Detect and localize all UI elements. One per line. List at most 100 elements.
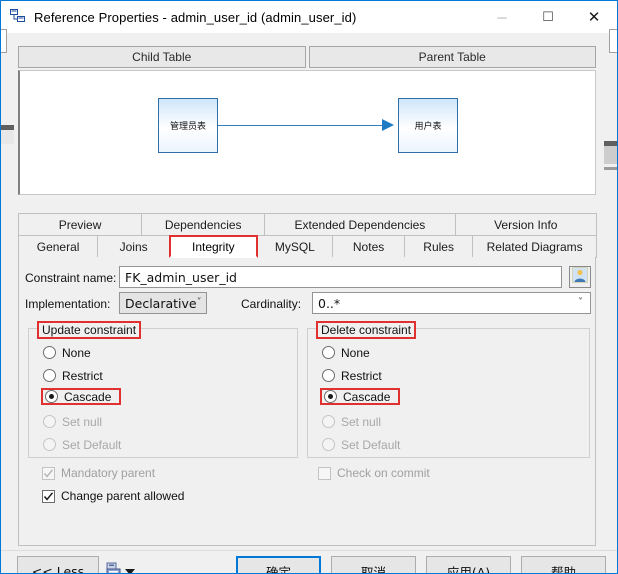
checkbox-icon: [318, 466, 331, 480]
delete-constraint-title: Delete constraint: [316, 321, 417, 339]
constraint-name-label: Constraint name:: [25, 271, 117, 285]
radio-update-cascade-label: Cascade: [64, 389, 112, 404]
tab-joins-label: Joins: [119, 239, 148, 254]
diagram-tab-child-label: Child Table: [132, 50, 192, 64]
child-entity-box[interactable]: 管理员表: [158, 98, 218, 153]
tab-rules-label: Rules: [423, 239, 454, 254]
title-bar: Reference Properties - admin_user_id (ad…: [1, 1, 617, 33]
tab-mysql-label: MySQL: [274, 239, 315, 254]
radio-delete-none[interactable]: None: [322, 344, 370, 361]
radio-update-set-default: Set Default: [43, 436, 121, 453]
radio-delete-none-label: None: [341, 345, 370, 360]
tab-integrity[interactable]: Integrity: [169, 235, 258, 258]
diagram-tab-strip: Child Table Parent Table: [18, 46, 596, 68]
window-controls: ─ ☐ ✕: [479, 1, 617, 33]
radio-delete-restrict[interactable]: Restrict: [322, 367, 382, 384]
minimize-button[interactable]: ─: [479, 1, 525, 33]
tab-dependencies-label: Dependencies: [164, 217, 242, 232]
tab-related-diagrams[interactable]: Related Diagrams: [472, 235, 597, 258]
less-button-label: << Less: [31, 563, 85, 574]
checkbox-mandatory-parent: Mandatory parent: [42, 466, 155, 480]
tab-extended-dependencies[interactable]: Extended Dependencies: [264, 213, 456, 236]
constraint-name-input[interactable]: FK_admin_user_id: [119, 266, 562, 288]
tab-strip-lower: General Joins Integrity MySQL Notes Rule…: [18, 235, 597, 258]
cardinality-label: Cardinality:: [241, 297, 302, 311]
user-avatar-button[interactable]: [569, 266, 591, 288]
help-button-label: 帮助: [550, 564, 576, 574]
radio-icon: [43, 369, 56, 382]
tab-general-label: General: [36, 239, 80, 254]
constraint-name-value: FK_admin_user_id: [125, 269, 237, 285]
tab-rules[interactable]: Rules: [404, 235, 474, 258]
diagram-tab-parent-table[interactable]: Parent Table: [308, 46, 596, 68]
radio-delete-restrict-label: Restrict: [341, 368, 382, 383]
ok-button[interactable]: 确定: [236, 556, 321, 574]
relationship-diagram-canvas[interactable]: 管理员表 用户表: [18, 70, 596, 195]
implementation-label: Implementation:: [25, 297, 111, 311]
tab-version-info[interactable]: Version Info: [454, 213, 597, 236]
delete-constraint-group: Delete constraint None Restrict Cascade …: [307, 321, 590, 458]
tab-mysql[interactable]: MySQL: [256, 235, 334, 258]
caret-down-icon[interactable]: [125, 569, 135, 573]
radio-icon: [43, 438, 56, 451]
less-button[interactable]: << Less: [17, 556, 99, 574]
left-edge-fragment: [1, 29, 7, 53]
tab-related-diagrams-label: Related Diagrams: [486, 239, 583, 254]
tab-preview-label: Preview: [58, 217, 102, 232]
radio-delete-cascade-label: Cascade: [343, 389, 391, 404]
radio-update-restrict-label: Restrict: [62, 368, 103, 383]
cancel-button-label: 取消: [360, 564, 386, 574]
diagram-tab-child-table[interactable]: Child Table: [18, 46, 306, 68]
relationship-arrow-icon: [382, 119, 394, 131]
tab-dependencies[interactable]: Dependencies: [141, 213, 266, 236]
maximize-button[interactable]: ☐: [525, 1, 571, 33]
parent-entity-box[interactable]: 用户表: [398, 98, 458, 153]
tab-notes[interactable]: Notes: [332, 235, 406, 258]
tab-strip-upper: Preview Dependencies Extended Dependenci…: [18, 213, 597, 236]
tab-extended-dependencies-label: Extended Dependencies: [294, 217, 426, 232]
checkbox-check-on-commit: Check on commit: [318, 466, 430, 480]
radio-delete-set-null-label: Set null: [341, 414, 382, 429]
ok-button-label: 确定: [265, 564, 291, 574]
tab-preview[interactable]: Preview: [18, 213, 143, 236]
radio-delete-set-default: Set Default: [322, 436, 400, 453]
footer-separator: [1, 550, 617, 551]
right-scrollbar-fragment[interactable]: [604, 141, 617, 189]
tab-version-info-label: Version Info: [494, 217, 558, 232]
cancel-button[interactable]: 取消: [331, 556, 416, 574]
tab-notes-label: Notes: [352, 239, 385, 254]
update-constraint-group: Update constraint None Restrict Cascade …: [28, 321, 298, 458]
user-avatar-icon: [572, 266, 588, 288]
radio-icon: [43, 415, 56, 428]
help-button[interactable]: 帮助: [521, 556, 606, 574]
integrity-panel: Constraint name: FK_admin_user_id Implem…: [18, 257, 596, 546]
apply-button-label: 应用(A): [446, 564, 491, 574]
reference-properties-dialog: Reference Properties - admin_user_id (ad…: [0, 0, 618, 574]
checkbox-icon: [42, 489, 55, 503]
radio-delete-set-default-label: Set Default: [341, 437, 401, 452]
radio-update-restrict[interactable]: Restrict: [43, 367, 103, 384]
tab-joins[interactable]: Joins: [97, 235, 171, 258]
implementation-select[interactable]: Declarative ˅: [119, 292, 207, 314]
print-icon[interactable]: [106, 562, 124, 573]
radio-update-cascade[interactable]: Cascade: [41, 388, 122, 405]
radio-icon: [322, 346, 335, 359]
implementation-value: Declarative: [125, 295, 197, 311]
tab-general[interactable]: General: [18, 235, 99, 258]
left-scrollbar-fragment[interactable]: [1, 125, 14, 167]
cardinality-value: 0..*: [318, 295, 341, 311]
radio-update-none-label: None: [62, 345, 91, 360]
radio-update-none[interactable]: None: [43, 344, 91, 361]
radio-icon: [322, 415, 335, 428]
radio-icon: [45, 390, 58, 403]
radio-delete-set-null: Set null: [322, 413, 381, 430]
cardinality-select[interactable]: 0..* ˅: [312, 292, 591, 314]
window-title: Reference Properties - admin_user_id (ad…: [34, 9, 357, 25]
checkbox-change-parent-allowed[interactable]: Change parent allowed: [42, 489, 184, 503]
radio-update-set-null: Set null: [43, 413, 102, 430]
radio-delete-cascade[interactable]: Cascade: [320, 388, 401, 405]
apply-button[interactable]: 应用(A): [426, 556, 511, 574]
chevron-down-icon: ˅: [578, 297, 583, 308]
dialog-body: Child Table Parent Table 管理员表 用户表 Previe…: [1, 29, 617, 574]
radio-icon: [324, 390, 337, 403]
